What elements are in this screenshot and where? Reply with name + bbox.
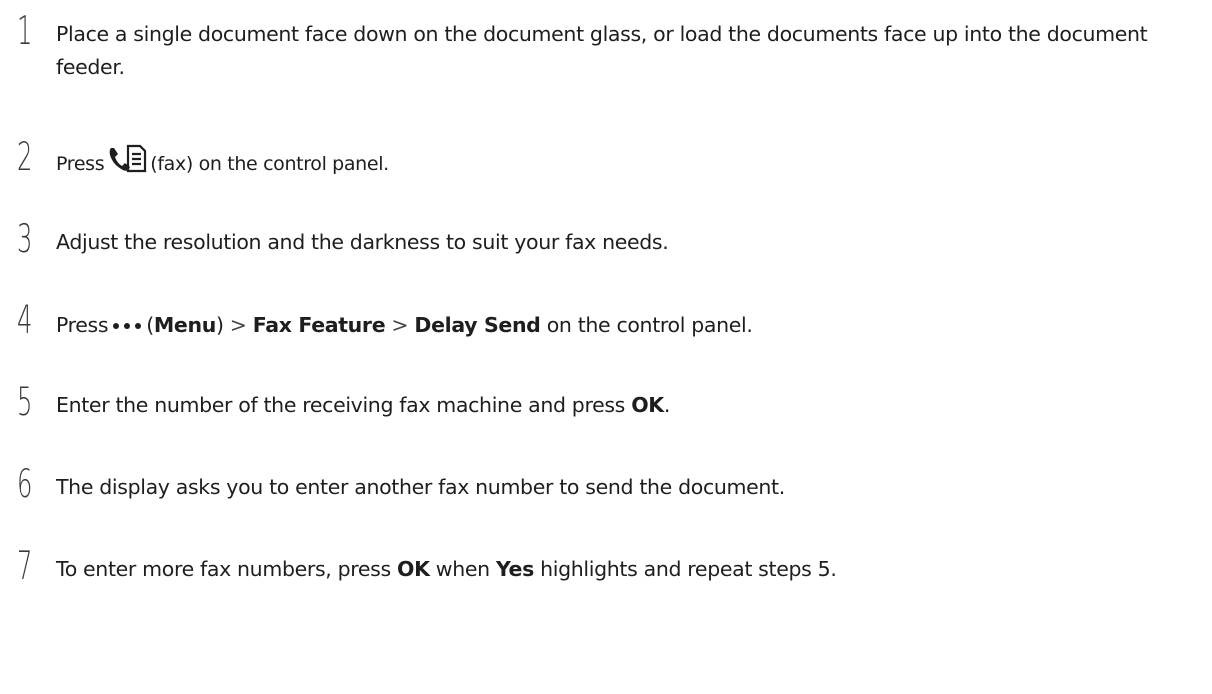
fax-feature-label: Fax Feature xyxy=(252,313,386,337)
step-number: 1 xyxy=(17,9,33,54)
menu-dots-icon xyxy=(112,307,142,340)
step-text: To enter more fax numbers, press xyxy=(56,557,391,581)
step-6: 6 The display asks you to enter another … xyxy=(17,465,1202,504)
delay-send-label: Delay Send xyxy=(414,313,541,337)
step-text: on the control panel. xyxy=(546,313,753,337)
step-1: 1 Place a single document face down on t… xyxy=(17,12,1202,84)
press-label: Press xyxy=(56,153,105,175)
yes-label: Yes xyxy=(495,557,534,581)
press-label: Press xyxy=(56,313,109,337)
step-text: Enter the number of the receiving fax ma… xyxy=(56,393,626,417)
path-separator: > xyxy=(391,313,409,337)
step-text: (fax) on the control panel. xyxy=(150,153,389,175)
step-5: 5 Enter the number of the receiving fax … xyxy=(17,380,670,425)
step-number: 4 xyxy=(17,298,33,343)
step-7: 7 To enter more fax numbers, press OK wh… xyxy=(17,544,837,589)
step-number: 5 xyxy=(17,380,33,425)
step-number: 6 xyxy=(17,462,33,507)
ok-label: OK xyxy=(631,393,664,417)
step-text: The display asks you to enter another fa… xyxy=(56,475,785,499)
fax-icon xyxy=(108,144,148,184)
menu-label: Menu xyxy=(153,313,216,337)
path-separator: > xyxy=(229,313,247,337)
ok-label: OK xyxy=(397,557,430,581)
step-text: Place a single document face down on the… xyxy=(56,22,1148,79)
step-number: 2 xyxy=(17,135,33,180)
step-4: 4 Press (Menu) > Fax Feature > Delay Sen… xyxy=(17,298,753,343)
step-number: 7 xyxy=(17,544,33,589)
step-3: 3 Adjust the resolution and the darkness… xyxy=(17,220,1202,259)
step-2: 2 Press (fax) on the control panel. xyxy=(17,138,1202,184)
step-text: Adjust the resolution and the darkness t… xyxy=(56,230,669,254)
step-number: 3 xyxy=(17,217,33,262)
